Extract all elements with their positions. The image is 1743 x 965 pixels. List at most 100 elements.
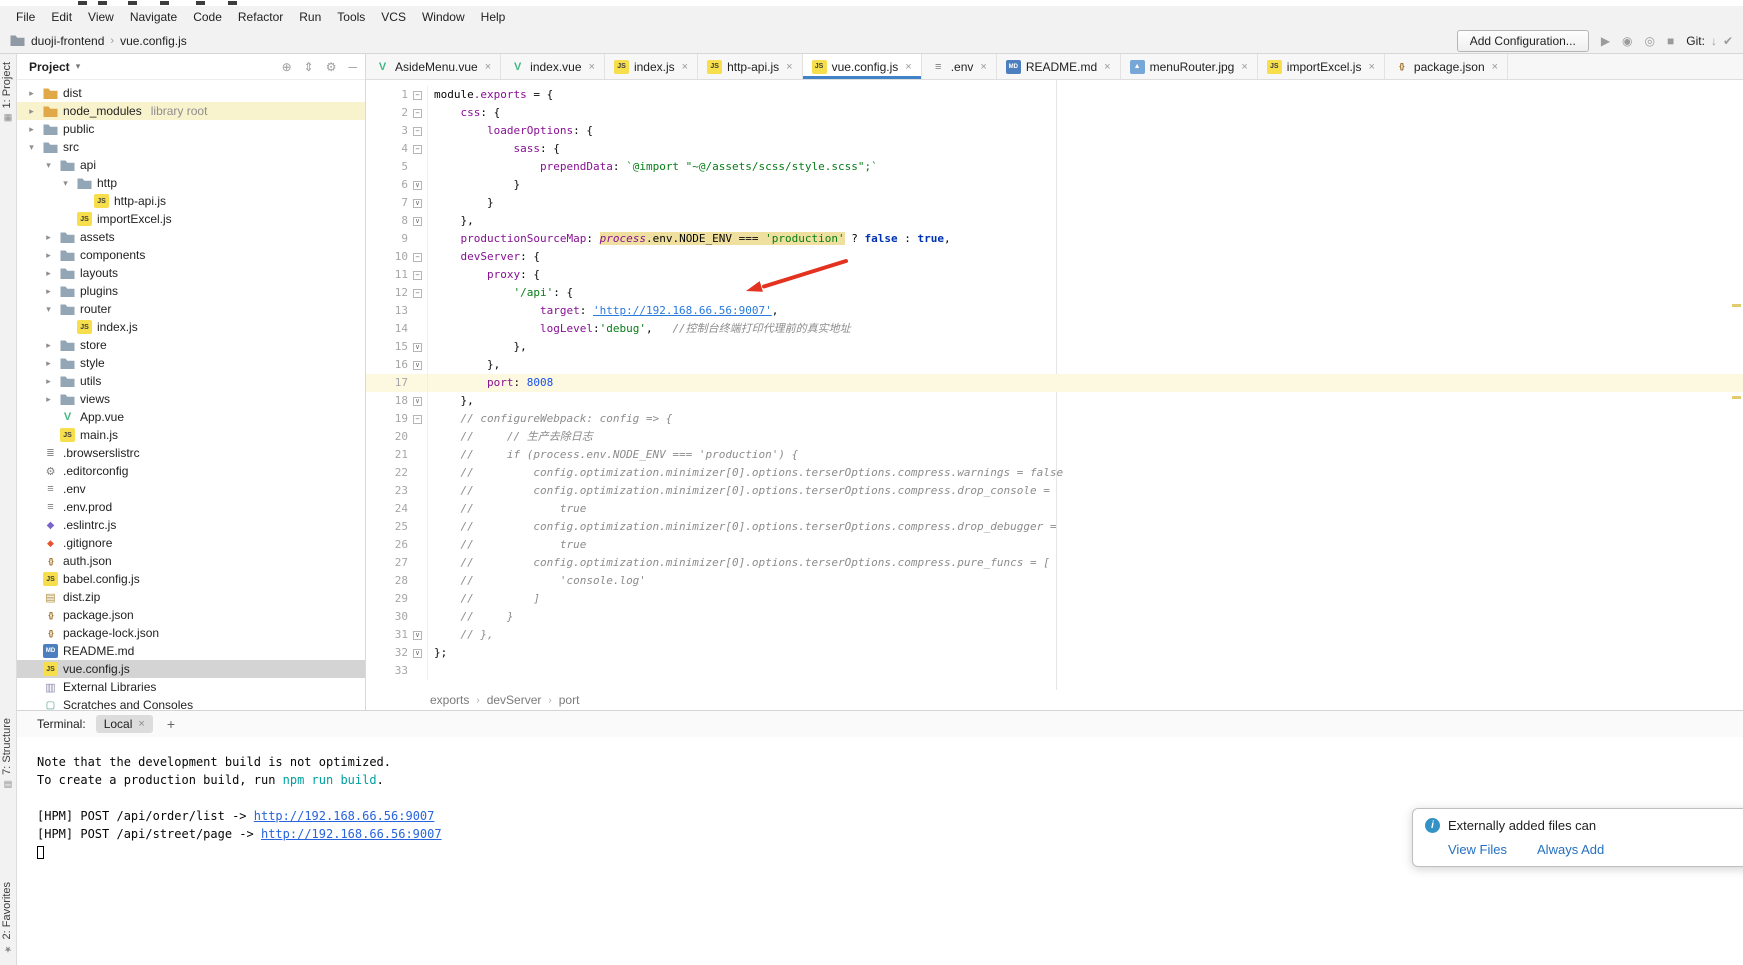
tree-item-style[interactable]: ▸style <box>17 354 365 372</box>
run-play-icon[interactable]: ▶ <box>1601 34 1610 48</box>
code-line-9[interactable]: 9 productionSourceMap: process.env.NODE_… <box>366 230 1743 248</box>
tree-item-dist-zip[interactable]: ▤dist.zip <box>17 588 365 606</box>
tab-env[interactable]: ≡.env× <box>922 54 997 79</box>
tab-vue-config-js[interactable]: JSvue.config.js× <box>803 54 922 79</box>
code-line-19[interactable]: 19− // configureWebpack: config => { <box>366 410 1743 428</box>
terminal-tab-local[interactable]: Local × <box>96 715 153 733</box>
chevron-down-icon[interactable]: ▾ <box>76 61 81 72</box>
collapsed-chevron-icon[interactable]: ▸ <box>42 250 55 261</box>
collapsed-chevron-icon[interactable]: ▸ <box>42 340 55 351</box>
tree-item-public[interactable]: ▸public <box>17 120 365 138</box>
tree-item-main-js[interactable]: JSmain.js <box>17 426 365 444</box>
collapsed-chevron-icon[interactable]: ▸ <box>42 268 55 279</box>
collapsed-chevron-icon[interactable]: ▸ <box>42 286 55 297</box>
collapsed-chevron-icon[interactable]: ▸ <box>25 124 38 135</box>
fold-collapse-icon[interactable]: − <box>413 127 422 136</box>
tree-item-index-js[interactable]: JSindex.js <box>17 318 365 336</box>
collapsed-chevron-icon[interactable]: ▸ <box>42 358 55 369</box>
collapsed-chevron-icon[interactable]: ▸ <box>42 376 55 387</box>
url-link[interactable]: http://192.168.66.56:9007 <box>254 809 435 823</box>
code-line-20[interactable]: 20 // // 生产去除日志 <box>366 428 1743 446</box>
tool-window-favorites-button[interactable]: ★ 2: Favorites <box>1 882 13 953</box>
menu-file[interactable]: File <box>8 8 43 26</box>
code-line-12[interactable]: 12− '/api': { <box>366 284 1743 302</box>
fold-end-icon[interactable]: ∨ <box>413 361 422 370</box>
git-update-icon[interactable]: ↓ <box>1711 34 1717 48</box>
tree-item-readme-md[interactable]: MDREADME.md <box>17 642 365 660</box>
tab-close-icon[interactable]: × <box>1104 61 1110 73</box>
tree-item-store[interactable]: ▸store <box>17 336 365 354</box>
tree-item-node-modules[interactable]: ▸node_moduleslibrary root <box>17 102 365 120</box>
tree-item-views[interactable]: ▸views <box>17 390 365 408</box>
code-line-15[interactable]: 15∨ }, <box>366 338 1743 356</box>
tab-close-icon[interactable]: × <box>589 61 595 73</box>
tree-item-eslintrc-js[interactable]: ◆.eslintrc.js <box>17 516 365 534</box>
tab-index-js[interactable]: JSindex.js× <box>605 54 698 79</box>
menu-code[interactable]: Code <box>185 8 230 26</box>
tool-window-structure-button[interactable]: ▤ 7: Structure <box>1 718 13 789</box>
menu-tools[interactable]: Tools <box>329 8 373 26</box>
menu-navigate[interactable]: Navigate <box>122 8 185 26</box>
fold-end-icon[interactable]: ∨ <box>413 397 422 406</box>
fold-end-icon[interactable]: ∨ <box>413 631 422 640</box>
tree-item-src[interactable]: ▾src <box>17 138 365 156</box>
tree-item-assets[interactable]: ▸assets <box>17 228 365 246</box>
breadcrumb-exports[interactable]: exports <box>430 693 469 707</box>
code-line-2[interactable]: 2− css: { <box>366 104 1743 122</box>
tree-item-components[interactable]: ▸components <box>17 246 365 264</box>
tree-item-vue-config-js[interactable]: JSvue.config.js <box>17 660 365 678</box>
tree-item-external-libraries[interactable]: ▥External Libraries <box>17 678 365 696</box>
code-line-27[interactable]: 27 // config.optimization.minimizer[0].o… <box>366 554 1743 572</box>
fold-end-icon[interactable]: ∨ <box>413 649 422 658</box>
collapsed-chevron-icon[interactable]: ▸ <box>42 232 55 243</box>
expanded-chevron-icon[interactable]: ▾ <box>42 160 55 171</box>
code-line-4[interactable]: 4− sass: { <box>366 140 1743 158</box>
tab-close-icon[interactable]: × <box>1492 61 1498 73</box>
code-area[interactable]: 1−module.exports = {2− css: {3− loaderOp… <box>366 80 1743 690</box>
code-line-33[interactable]: 33 <box>366 662 1743 680</box>
coverage-icon[interactable]: ◎ <box>1645 34 1655 48</box>
code-line-30[interactable]: 30 // } <box>366 608 1743 626</box>
fold-collapse-icon[interactable]: − <box>413 415 422 424</box>
tree-item-api[interactable]: ▾api <box>17 156 365 174</box>
code-line-21[interactable]: 21 // if (process.env.NODE_ENV === 'prod… <box>366 446 1743 464</box>
fold-end-icon[interactable]: ∨ <box>413 199 422 208</box>
tree-item-auth-json[interactable]: {}auth.json <box>17 552 365 570</box>
menu-view[interactable]: View <box>80 8 122 26</box>
fold-end-icon[interactable]: ∨ <box>413 217 422 226</box>
code-line-22[interactable]: 22 // config.optimization.minimizer[0].o… <box>366 464 1743 482</box>
view-files-link[interactable]: View Files <box>1448 842 1507 857</box>
code-line-32[interactable]: 32∨}; <box>366 644 1743 662</box>
fold-collapse-icon[interactable]: − <box>413 91 422 100</box>
tree-item-http-api-js[interactable]: JShttp-api.js <box>17 192 365 210</box>
url-link[interactable]: http://192.168.66.56:9007 <box>261 827 442 841</box>
collapsed-chevron-icon[interactable]: ▸ <box>25 106 38 117</box>
fold-collapse-icon[interactable]: − <box>413 253 422 262</box>
stop-icon[interactable]: ■ <box>1667 34 1674 48</box>
tree-item-plugins[interactable]: ▸plugins <box>17 282 365 300</box>
expanded-chevron-icon[interactable]: ▾ <box>42 304 55 315</box>
tab-menurouter-jpg[interactable]: ▲menuRouter.jpg× <box>1121 54 1258 79</box>
locate-icon[interactable]: ⊕ <box>282 60 292 74</box>
breadcrumb-file[interactable]: vue.config.js <box>120 34 187 48</box>
new-terminal-button[interactable]: + <box>163 716 179 732</box>
menu-help[interactable]: Help <box>473 8 514 26</box>
menu-vcs[interactable]: VCS <box>373 8 414 26</box>
code-line-13[interactable]: 13 target: 'http://192.168.66.56:9007', <box>366 302 1743 320</box>
menu-window[interactable]: Window <box>414 8 473 26</box>
code-line-8[interactable]: 8∨ }, <box>366 212 1743 230</box>
expanded-chevron-icon[interactable]: ▾ <box>25 142 38 153</box>
always-add-link[interactable]: Always Add <box>1537 842 1604 857</box>
fold-collapse-icon[interactable]: − <box>413 109 422 118</box>
code-line-7[interactable]: 7∨ } <box>366 194 1743 212</box>
fold-collapse-icon[interactable]: − <box>413 289 422 298</box>
code-line-31[interactable]: 31∨ // }, <box>366 626 1743 644</box>
tree-item-app-vue[interactable]: VApp.vue <box>17 408 365 426</box>
tree-item-gitignore[interactable]: ◆.gitignore <box>17 534 365 552</box>
tab-close-icon[interactable]: × <box>786 61 792 73</box>
code-line-1[interactable]: 1−module.exports = { <box>366 86 1743 104</box>
collapsed-chevron-icon[interactable]: ▸ <box>42 394 55 405</box>
collapse-all-icon[interactable]: ⇕ <box>304 60 314 74</box>
menu-refactor[interactable]: Refactor <box>230 8 291 26</box>
git-commit-icon[interactable]: ✔ <box>1723 34 1733 48</box>
